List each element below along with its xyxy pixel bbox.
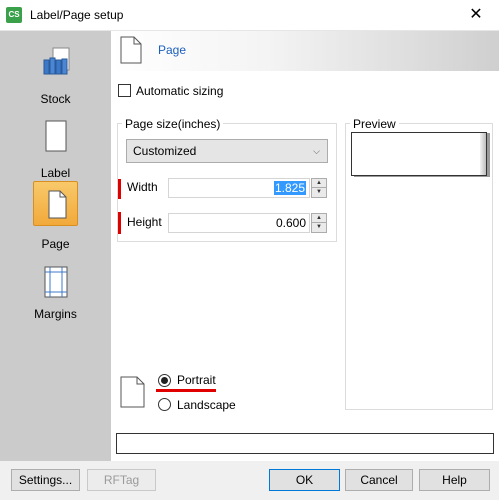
height-spinner[interactable]: ▲ ▼ — [311, 213, 327, 233]
window-title: Label/Page setup — [30, 8, 124, 22]
portrait-radio[interactable] — [158, 374, 171, 387]
width-field-value: 1.825 — [273, 181, 306, 195]
sidebar-item-label[interactable]: Label — [0, 114, 111, 184]
close-button[interactable]: ✕ — [462, 4, 490, 26]
label-preview — [351, 132, 487, 176]
height-field-value: 0.600 — [275, 216, 306, 230]
portrait-label[interactable]: Portrait — [177, 373, 216, 387]
automatic-sizing-checkbox[interactable] — [118, 84, 131, 97]
page-size-group-title: Page size(inches) — [122, 117, 224, 131]
preview-group-title: Preview — [350, 117, 399, 131]
page-size-select[interactable]: Customized ⌵ — [126, 139, 328, 163]
height-spin-down-icon[interactable]: ▼ — [312, 223, 326, 232]
sidebar-tile — [33, 40, 78, 85]
sidebar-item-margins[interactable]: Margins — [0, 260, 111, 330]
portrait-highlight-underline — [156, 389, 216, 392]
sidebar-item-label: Label — [40, 166, 71, 180]
page-size-select-value: Customized — [133, 144, 197, 158]
width-spinner[interactable]: ▲ ▼ — [311, 178, 327, 198]
help-button[interactable]: Help — [419, 469, 490, 491]
rftag-button: RFTag — [87, 469, 156, 491]
ok-button[interactable]: OK — [269, 469, 340, 491]
width-spin-down-icon[interactable]: ▼ — [312, 188, 326, 197]
sidebar-item-stock[interactable]: Stock — [0, 40, 111, 110]
chevron-down-icon: ⌵ — [313, 146, 320, 156]
radio-selected-dot — [161, 377, 168, 384]
sidebar-item-label: Stock — [40, 92, 71, 106]
landscape-label[interactable]: Landscape — [177, 398, 236, 412]
sidebar: Stock Label Page Margins — [0, 31, 111, 461]
sidebar-item-label: Page — [41, 237, 70, 251]
label-preview-edge — [480, 133, 486, 175]
sidebar-item-label: Margins — [34, 307, 77, 321]
width-spin-up-icon[interactable]: ▲ — [312, 179, 326, 188]
automatic-sizing-label[interactable]: Automatic sizing — [136, 84, 223, 98]
width-highlight-bar — [118, 179, 121, 199]
orientation-page-icon — [120, 376, 145, 408]
height-field[interactable]: 0.600 — [168, 213, 310, 233]
height-highlight-bar — [118, 212, 121, 234]
margins-icon — [44, 266, 68, 298]
close-icon: ✕ — [469, 6, 483, 23]
sidebar-tile — [33, 114, 78, 159]
width-label: Width — [127, 180, 158, 194]
height-spin-up-icon[interactable]: ▲ — [312, 214, 326, 223]
app-icon: CS — [6, 7, 22, 23]
cancel-button[interactable]: Cancel — [345, 469, 413, 491]
status-field[interactable] — [116, 433, 494, 454]
height-label: Height — [127, 215, 162, 229]
width-field[interactable]: 1.825 — [168, 178, 310, 198]
landscape-radio[interactable] — [158, 398, 171, 411]
stock-books-icon — [43, 47, 70, 75]
sidebar-tile-selected — [33, 181, 78, 226]
page-title: Page — [158, 43, 187, 57]
page-icon — [48, 190, 67, 219]
page-icon — [120, 36, 142, 64]
sidebar-tile — [33, 260, 78, 305]
settings-button[interactable]: Settings... — [11, 469, 80, 491]
label-page-icon — [45, 120, 67, 152]
sidebar-item-page[interactable]: Page — [0, 181, 111, 251]
